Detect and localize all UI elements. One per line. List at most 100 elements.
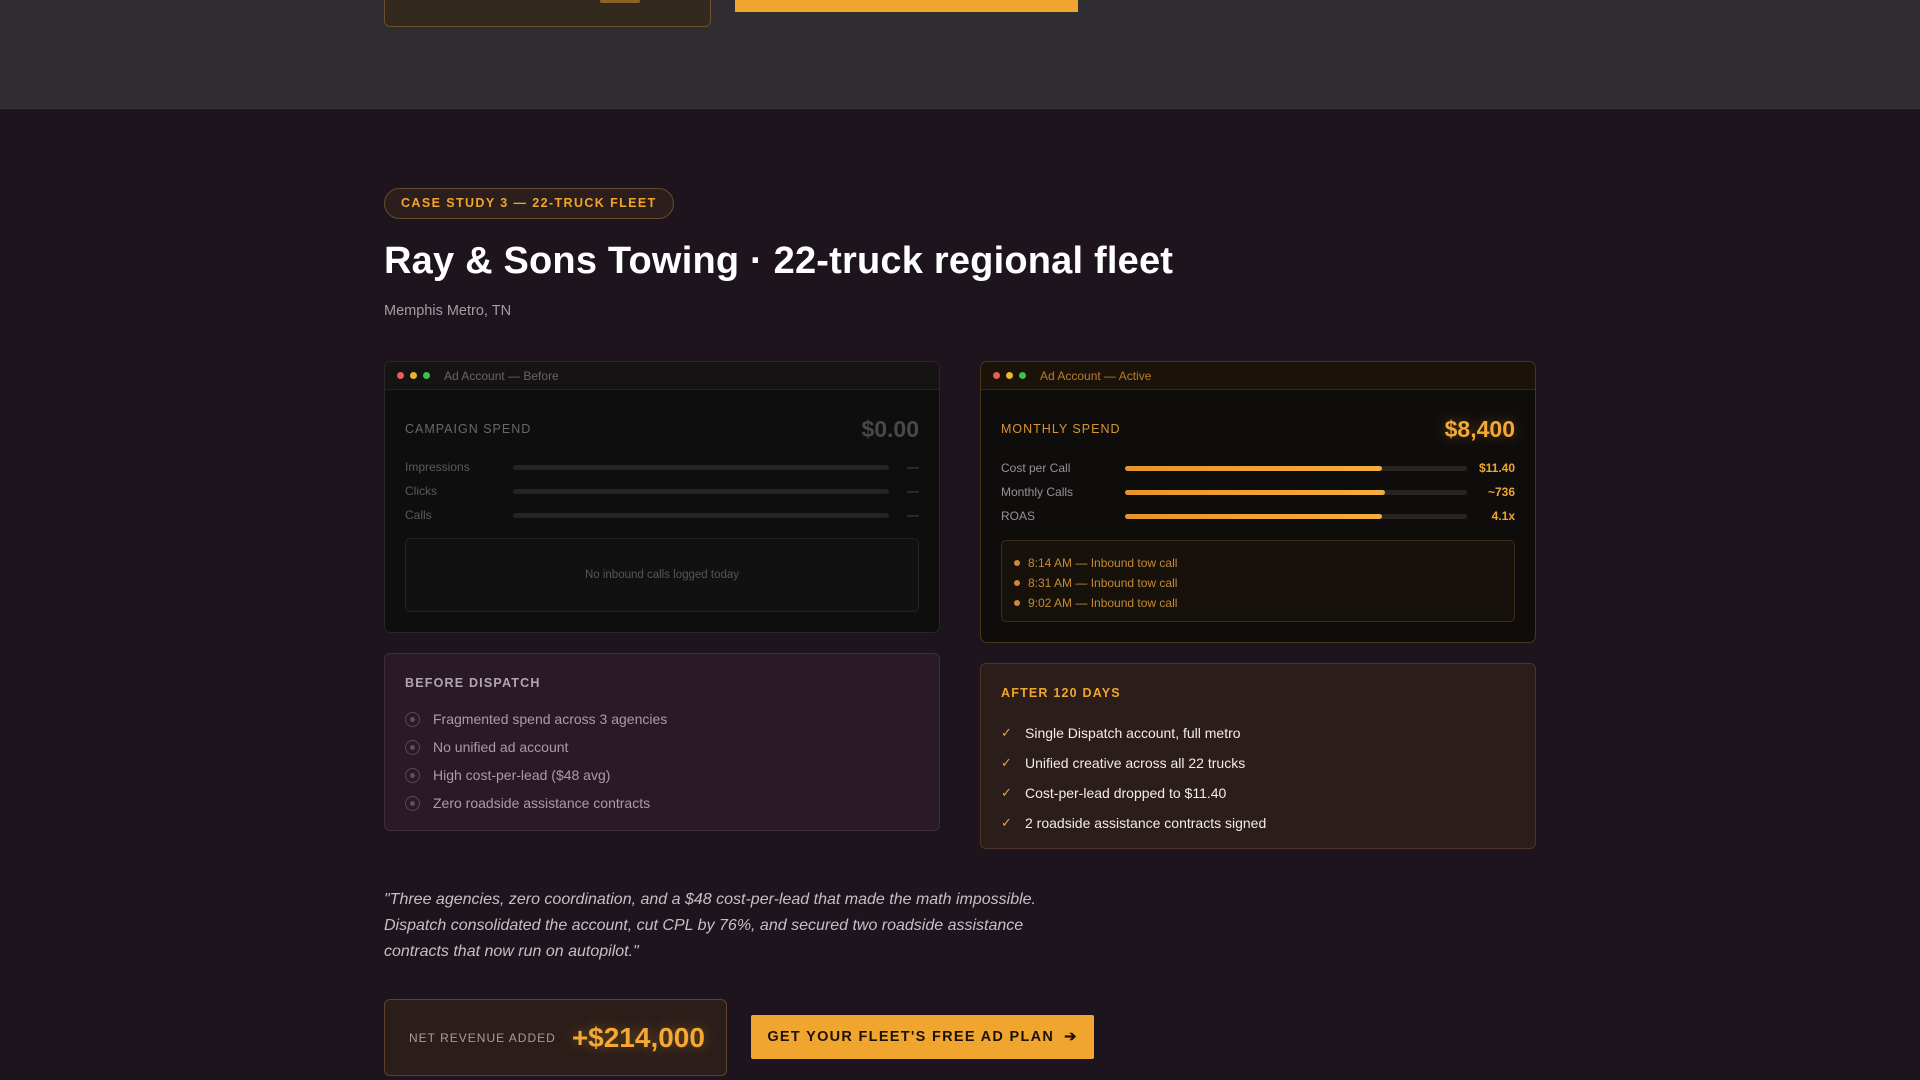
location-subtitle: Memphis Metro, TN bbox=[384, 303, 512, 319]
after-120-days-card: AFTER 120 DAYS ✓ Single Dispatch account,… bbox=[980, 663, 1536, 849]
metric-value: 4.1x bbox=[1491, 509, 1515, 523]
window-title: Ad Account — Before bbox=[444, 368, 559, 383]
ad-account-active-window: Ad Account — Active MONTHLY SPEND $8,400… bbox=[980, 361, 1536, 643]
metric-bar bbox=[513, 512, 889, 518]
previous-cta-button[interactable] bbox=[735, 0, 1078, 12]
net-revenue-label: NET REVENUE ADDED bbox=[409, 1030, 556, 1045]
metric-value: — bbox=[907, 508, 919, 522]
metric-row: Calls — bbox=[405, 506, 919, 524]
call-log-item: 8:31 AM — Inbound tow call bbox=[1014, 573, 1500, 593]
arrow-right-icon: ➔ bbox=[1064, 1029, 1078, 1045]
testimonial-quote: "Three agencies, zero coordination, and … bbox=[384, 891, 1036, 960]
list-item: ✓ 2 roadside assistance contracts signed bbox=[1001, 808, 1515, 838]
previous-section bbox=[0, 0, 1920, 109]
spend-value: $0.00 bbox=[861, 415, 919, 442]
call-log-item: 8:14 AM — Inbound tow call bbox=[1014, 553, 1500, 573]
net-revenue-value: +$214,000 bbox=[571, 1021, 705, 1053]
cta-label: GET YOUR FLEET'S FREE AD PLAN bbox=[767, 1029, 1055, 1045]
window-minimize-dot-icon bbox=[410, 372, 417, 379]
metric-label: Calls bbox=[405, 508, 432, 522]
metric-label: Impressions bbox=[405, 460, 470, 474]
metric-row: Monthly Calls ~736 bbox=[1001, 483, 1515, 501]
window-title: Ad Account — Active bbox=[1040, 368, 1152, 383]
metric-value: — bbox=[907, 484, 919, 498]
metric-bar-fill bbox=[1125, 465, 1382, 471]
metric-bar bbox=[513, 488, 889, 494]
after-list: ✓ Single Dispatch account, full metro ✓ Un… bbox=[1001, 718, 1515, 838]
empty-calls-log: No inbound calls logged today bbox=[405, 538, 919, 612]
list-item: Fragmented spend across 3 agencies bbox=[405, 705, 919, 733]
metric-row: ROAS 4.1x bbox=[1001, 507, 1515, 525]
radio-bullet-icon bbox=[405, 767, 420, 783]
list-item: High cost-per-lead ($48 avg) bbox=[405, 761, 919, 789]
window-titlebar: Ad Account — Before bbox=[385, 362, 939, 390]
call-log-text: 8:14 AM — Inbound tow call bbox=[1028, 556, 1178, 570]
list-item: Zero roadside assistance contracts bbox=[405, 789, 919, 817]
metric-value: ~736 bbox=[1487, 485, 1515, 499]
metric-label: Cost per Call bbox=[1001, 461, 1071, 475]
spend-label: MONTHLY SPEND bbox=[1001, 422, 1121, 436]
list-item-text: 2 roadside assistance contracts signed bbox=[1025, 815, 1267, 831]
call-log-text: 9:02 AM — Inbound tow call bbox=[1028, 596, 1178, 610]
list-item: ✓ Unified creative across all 22 trucks bbox=[1001, 748, 1515, 778]
metric-bar bbox=[1125, 465, 1467, 471]
metric-row: Clicks — bbox=[405, 482, 919, 500]
metric-value: $11.40 bbox=[1478, 461, 1515, 475]
free-ad-plan-button[interactable]: GET YOUR FLEET'S FREE AD PLAN ➔ bbox=[751, 1015, 1094, 1059]
net-revenue-box: NET REVENUE ADDED +$214,000 bbox=[384, 999, 727, 1076]
window-close-dot-icon bbox=[397, 372, 404, 379]
list-item-text: Unified creative across all 22 trucks bbox=[1025, 755, 1246, 771]
window-maximize-dot-icon bbox=[423, 372, 430, 379]
metric-bar bbox=[1125, 489, 1467, 495]
call-log-text: 8:31 AM — Inbound tow call bbox=[1028, 576, 1178, 590]
metric-label: Monthly Calls bbox=[1001, 485, 1074, 499]
status-dot-icon bbox=[1014, 600, 1020, 606]
call-log-item: 9:02 AM — Inbound tow call bbox=[1014, 593, 1500, 613]
check-icon: ✓ bbox=[1001, 755, 1012, 770]
metric-label: Clicks bbox=[405, 484, 437, 498]
list-item: ✓ Cost-per-lead dropped to $11.40 bbox=[1001, 778, 1515, 808]
previous-revenue-box bbox=[384, 0, 711, 27]
list-item-text: No unified ad account bbox=[433, 739, 569, 755]
spend-row: CAMPAIGN SPEND $0.00 bbox=[405, 414, 919, 444]
list-item-text: Cost-per-lead dropped to $11.40 bbox=[1025, 785, 1227, 801]
metric-row: Impressions — bbox=[405, 458, 919, 476]
list-item: ✓ Single Dispatch account, full metro bbox=[1001, 718, 1515, 748]
check-icon: ✓ bbox=[1001, 815, 1012, 830]
before-dispatch-card: BEFORE DISPATCH Fragmented spend across … bbox=[384, 653, 940, 831]
card-heading: BEFORE DISPATCH bbox=[405, 676, 541, 690]
metric-label: ROAS bbox=[1001, 509, 1036, 523]
inbound-calls-log: 8:14 AM — Inbound tow call 8:31 AM — Inb… bbox=[1001, 540, 1515, 622]
check-icon: ✓ bbox=[1001, 785, 1012, 800]
spend-row: MONTHLY SPEND $8,400 bbox=[1001, 414, 1515, 444]
ad-account-before-window: Ad Account — Before CAMPAIGN SPEND $0.00… bbox=[384, 361, 940, 633]
status-dot-icon bbox=[1014, 580, 1020, 586]
check-icon: ✓ bbox=[1001, 725, 1012, 740]
list-item: No unified ad account bbox=[405, 733, 919, 761]
card-heading: AFTER 120 DAYS bbox=[1001, 686, 1121, 700]
radio-bullet-icon bbox=[405, 739, 420, 755]
radio-bullet-icon bbox=[405, 795, 420, 811]
before-list: Fragmented spend across 3 agencies No un… bbox=[405, 705, 919, 817]
metric-row: Cost per Call $11.40 bbox=[1001, 459, 1515, 477]
status-dot-icon bbox=[1014, 560, 1020, 566]
metric-value: — bbox=[907, 460, 919, 474]
window-close-dot-icon bbox=[993, 372, 1000, 379]
window-titlebar: Ad Account — Active bbox=[981, 362, 1535, 390]
window-minimize-dot-icon bbox=[1006, 372, 1013, 379]
spend-value: $8,400 bbox=[1444, 415, 1515, 442]
window-maximize-dot-icon bbox=[1019, 372, 1026, 379]
list-item-text: Fragmented spend across 3 agencies bbox=[433, 711, 668, 727]
page-title: Ray & Sons Towing · 22-truck regional fl… bbox=[384, 240, 1174, 282]
metric-bar bbox=[1125, 513, 1467, 519]
list-item-text: Zero roadside assistance contracts bbox=[433, 795, 651, 811]
metric-bar bbox=[513, 464, 889, 470]
case-study-badge: CASE STUDY 3 — 22-TRUCK FLEET bbox=[384, 188, 674, 219]
metric-bar-fill bbox=[1125, 489, 1385, 495]
list-item-text: Single Dispatch account, full metro bbox=[1025, 725, 1241, 741]
list-item-text: High cost-per-lead ($48 avg) bbox=[433, 767, 611, 783]
radio-bullet-icon bbox=[405, 711, 420, 727]
previous-revenue-value bbox=[600, 0, 640, 3]
spend-label: CAMPAIGN SPEND bbox=[405, 422, 532, 436]
metric-bar-fill bbox=[1125, 513, 1382, 519]
